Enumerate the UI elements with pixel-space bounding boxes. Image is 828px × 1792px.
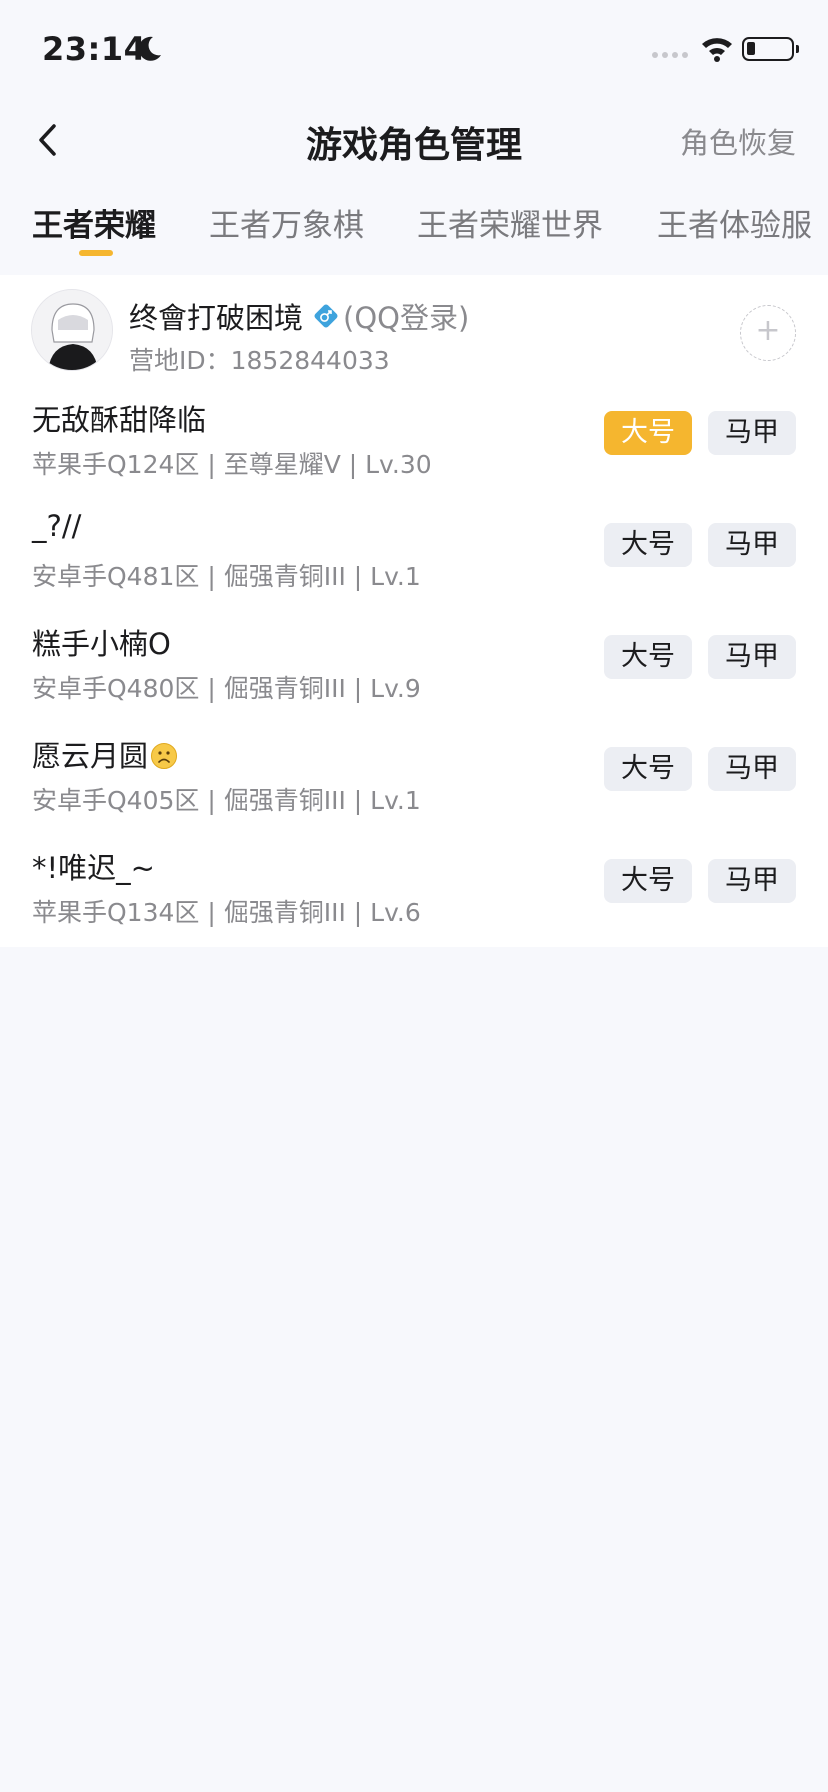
alt-account-button[interactable]: 马甲 [708, 747, 796, 791]
role-row: _?// 安卓手Q481区 | 倔强青铜III | Lv.1 大号 马甲 [0, 497, 828, 609]
role-name-line: 愿云月圆 [32, 733, 178, 775]
alt-account-button[interactable]: 马甲 [708, 411, 796, 455]
account-row: 终會打破困境 (QQ登录) 营地ID：1852844033 + [0, 275, 828, 385]
role-name: _?// [32, 509, 82, 543]
main-account-button[interactable]: 大号 [604, 747, 692, 791]
camp-id: 营地ID：1852844033 [129, 346, 390, 375]
role-detail: 苹果手Q124区 | 至尊星耀V | Lv.30 [32, 450, 432, 479]
account-name-line: 终會打破困境 (QQ登录) [129, 295, 469, 337]
role-restore-button[interactable]: 角色恢复 [680, 120, 796, 162]
main-account-button[interactable]: 大号 [604, 859, 692, 903]
wifi-icon [702, 38, 732, 62]
role-row: 愿云月圆 安卓手Q405区 | 倔强青铜III | Lv.1 大号 马甲 [0, 721, 828, 833]
role-row: 糕手小楠O 安卓手Q480区 | 倔强青铜III | Lv.9 大号 马甲 [0, 609, 828, 721]
battery-icon [742, 37, 799, 61]
tab-wanxiang-chess[interactable]: 王者万象棋 [209, 200, 364, 245]
signal-icon [652, 52, 688, 58]
role-name: 糕手小楠O [32, 627, 171, 661]
role-detail: 苹果手Q134区 | 倔强青铜III | Lv.6 [32, 898, 421, 927]
add-role-button[interactable]: + [740, 305, 796, 361]
role-detail: 安卓手Q480区 | 倔强青铜III | Lv.9 [32, 674, 421, 703]
role-name: 无敌酥甜降临 [32, 403, 207, 437]
role-row: *!唯迟_~ 苹果手Q134区 | 倔强青铜III | Lv.6 大号 马甲 [0, 833, 828, 945]
status-time: 23:14 [42, 30, 147, 68]
alt-account-button[interactable]: 马甲 [708, 635, 796, 679]
alt-account-button[interactable]: 马甲 [708, 859, 796, 903]
role-name: 愿云月圆 [32, 739, 149, 773]
main-account-button[interactable]: 大号 [604, 635, 692, 679]
moon-icon [138, 36, 161, 61]
avatar [31, 289, 113, 371]
main-account-button[interactable]: 大号 [604, 523, 692, 567]
role-detail: 安卓手Q405区 | 倔强青铜III | Lv.1 [32, 786, 421, 815]
role-name: *!唯迟_~ [32, 851, 155, 885]
role-detail: 安卓手Q481区 | 倔强青铜III | Lv.1 [32, 562, 421, 591]
nav-bar: 游戏角色管理 角色恢复 [0, 100, 828, 180]
role-row: 无敌酥甜降临 苹果手Q124区 | 至尊星耀V | Lv.30 大号 马甲 [0, 385, 828, 497]
alt-account-button[interactable]: 马甲 [708, 523, 796, 567]
tab-honor-of-kings[interactable]: 王者荣耀 [32, 200, 156, 245]
role-card: 终會打破困境 (QQ登录) 营地ID：1852844033 + 无敌酥甜降临 苹… [0, 275, 828, 947]
male-icon [314, 304, 338, 328]
tab-experience-server[interactable]: 王者体验服 [657, 200, 812, 245]
main-account-button[interactable]: 大号 [604, 411, 692, 455]
account-name: 终會打破困境 [129, 301, 304, 335]
status-bar: 23:14 [0, 0, 828, 100]
game-tabs: 王者荣耀 王者万象棋 王者荣耀世界 王者体验服 [0, 190, 828, 270]
login-type: (QQ登录) [343, 301, 470, 335]
sad-face-icon [151, 743, 178, 769]
page: 23:14 游戏角色管理 角色恢复 王者荣耀 王者万象棋 王者荣耀世界 王者体验… [0, 0, 828, 1792]
tab-honor-world[interactable]: 王者荣耀世界 [417, 200, 603, 245]
active-tab-indicator [79, 250, 113, 256]
